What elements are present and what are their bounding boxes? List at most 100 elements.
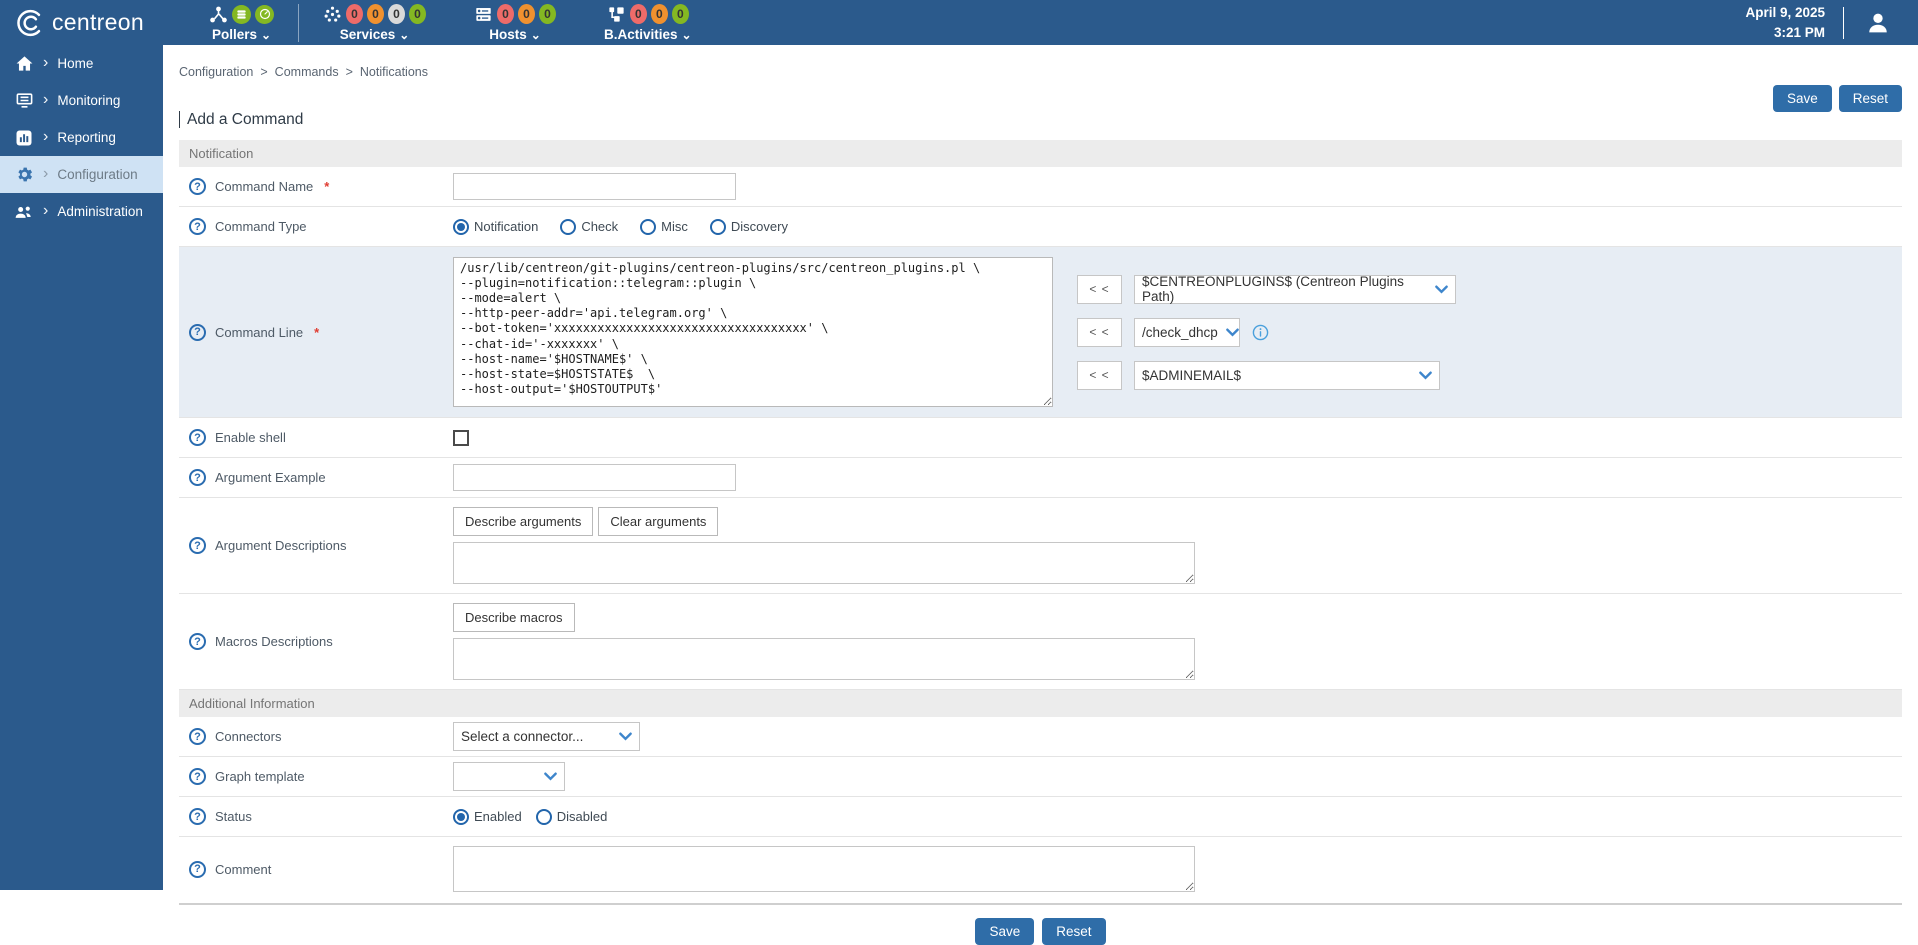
services-warning-badge[interactable]: 0 <box>367 4 384 24</box>
breadcrumb-configuration[interactable]: Configuration <box>179 65 253 79</box>
ba-ok-badge[interactable]: 0 <box>672 4 689 24</box>
help-icon[interactable]: ? <box>189 324 206 341</box>
help-icon[interactable]: ? <box>189 429 206 446</box>
help-icon[interactable]: ? <box>189 537 206 554</box>
macros-descriptions-textarea[interactable] <box>453 638 1195 680</box>
help-icon[interactable]: ? <box>189 808 206 825</box>
hosts-down-badge[interactable]: 0 <box>497 4 514 24</box>
ba-critical-badge[interactable]: 0 <box>630 4 647 24</box>
radio-label: Enabled <box>474 809 522 824</box>
argument-example-input[interactable] <box>453 464 736 491</box>
nav-bactivities[interactable]: 0 0 0 B.Activities⌄ <box>580 1 716 44</box>
required-marker: * <box>314 325 319 340</box>
chevron-right-icon: › <box>43 205 48 217</box>
status-label: Status <box>215 809 252 824</box>
info-icon[interactable] <box>1252 324 1269 341</box>
breadcrumb-notifications[interactable]: Notifications <box>360 65 428 79</box>
insert-left-button[interactable]: < < <box>1077 361 1122 390</box>
connectors-select[interactable]: Select a connector... <box>453 722 640 751</box>
save-button-bottom[interactable]: Save <box>975 918 1034 945</box>
sidebar-item-configuration[interactable]: › Configuration <box>0 156 163 193</box>
pollers-icon <box>209 5 228 24</box>
help-icon[interactable]: ? <box>189 728 206 745</box>
command-name-input[interactable] <box>453 173 736 200</box>
radio-icon[interactable] <box>453 809 469 825</box>
sidebar-item-monitoring[interactable]: › Monitoring <box>0 82 163 119</box>
row-command-name: ? Command Name * <box>179 167 1902 207</box>
comment-textarea[interactable] <box>453 846 1195 892</box>
graph-template-select[interactable] <box>453 762 565 791</box>
check-command-select[interactable]: /check_dhcp <box>1134 318 1240 347</box>
enable-shell-checkbox[interactable] <box>453 430 469 446</box>
monitoring-icon <box>14 91 34 111</box>
command-line-textarea[interactable] <box>453 257 1053 407</box>
radio-icon[interactable] <box>536 809 552 825</box>
radio-label: Misc <box>661 219 688 234</box>
chevron-down-icon <box>619 732 632 741</box>
describe-arguments-button[interactable]: Describe arguments <box>453 507 593 536</box>
services-ok-badge[interactable]: 0 <box>409 4 426 24</box>
services-unknown-badge[interactable]: 0 <box>388 4 405 24</box>
describe-macros-button[interactable]: Describe macros <box>453 603 575 632</box>
sidebar-item-label: Administration <box>57 204 143 219</box>
chevron-right-icon: › <box>43 131 48 143</box>
reset-button-top[interactable]: Reset <box>1839 85 1902 112</box>
status-radio-group: Enabled Disabled <box>453 809 607 825</box>
plugins-path-select[interactable]: $CENTREONPLUGINS$ (Centreon Plugins Path… <box>1134 275 1456 304</box>
radio-icon[interactable] <box>710 219 726 235</box>
help-icon[interactable]: ? <box>189 218 206 235</box>
user-profile-icon[interactable] <box>1864 9 1892 37</box>
nav-hosts[interactable]: 0 0 0 Hosts⌄ <box>450 1 580 44</box>
help-icon[interactable]: ? <box>189 469 206 486</box>
help-icon[interactable]: ? <box>189 178 206 195</box>
radio-disabled[interactable]: Disabled <box>536 809 608 825</box>
gear-icon <box>14 165 34 185</box>
clear-arguments-button[interactable]: Clear arguments <box>598 507 718 536</box>
radio-misc[interactable]: Misc <box>640 219 688 235</box>
insert-left-button[interactable]: < < <box>1077 275 1122 304</box>
sidebar-item-home[interactable]: › Home <box>0 45 163 82</box>
row-argument-example: ? Argument Example <box>179 458 1902 498</box>
sidebar-item-reporting[interactable]: › Reporting <box>0 119 163 156</box>
sidebar-item-label: Monitoring <box>57 93 120 108</box>
top-nav: Pollers⌄ 0 0 0 0 Services⌄ <box>185 1 716 44</box>
radio-icon[interactable] <box>640 219 656 235</box>
radio-check[interactable]: Check <box>560 219 618 235</box>
services-critical-badge[interactable]: 0 <box>346 4 363 24</box>
caret-down-icon: ⌄ <box>399 30 409 40</box>
command-name-label: Command Name <box>215 179 313 194</box>
caret-down-icon: ⌄ <box>531 30 541 40</box>
sidebar-item-label: Home <box>57 56 93 71</box>
radio-label: Check <box>581 219 618 234</box>
sidebar-item-administration[interactable]: › Administration <box>0 193 163 230</box>
centreon-logo[interactable]: centreon <box>0 8 163 38</box>
comment-label: Comment <box>215 862 271 877</box>
pollers-label: Pollers <box>212 27 257 42</box>
sidebar-item-label: Reporting <box>57 130 116 145</box>
radio-enabled[interactable]: Enabled <box>453 809 522 825</box>
reset-button-bottom[interactable]: Reset <box>1042 918 1105 945</box>
argument-descriptions-textarea[interactable] <box>453 542 1195 584</box>
hosts-unreachable-badge[interactable]: 0 <box>518 4 535 24</box>
home-icon <box>14 54 34 74</box>
insert-left-button[interactable]: < < <box>1077 318 1122 347</box>
required-marker: * <box>324 179 329 194</box>
save-button-top[interactable]: Save <box>1773 85 1832 112</box>
radio-icon[interactable] <box>453 219 469 235</box>
hosts-up-badge[interactable]: 0 <box>539 4 556 24</box>
radio-notification[interactable]: Notification <box>453 219 538 235</box>
help-icon[interactable]: ? <box>189 768 206 785</box>
nav-pollers[interactable]: Pollers⌄ <box>185 1 298 44</box>
breadcrumb-commands[interactable]: Commands <box>275 65 339 79</box>
help-icon[interactable]: ? <box>189 633 206 650</box>
nav-services[interactable]: 0 0 0 0 Services⌄ <box>299 1 450 44</box>
radio-discovery[interactable]: Discovery <box>710 219 788 235</box>
macro-select[interactable]: $ADMINEMAIL$ <box>1134 361 1440 390</box>
radio-icon[interactable] <box>560 219 576 235</box>
select-value: $ADMINEMAIL$ <box>1142 368 1241 383</box>
ba-warning-badge[interactable]: 0 <box>651 4 668 24</box>
hosts-icon <box>474 5 493 24</box>
logo-text: centreon <box>52 9 144 36</box>
breadcrumb-separator: > <box>346 65 353 79</box>
help-icon[interactable]: ? <box>189 861 206 878</box>
